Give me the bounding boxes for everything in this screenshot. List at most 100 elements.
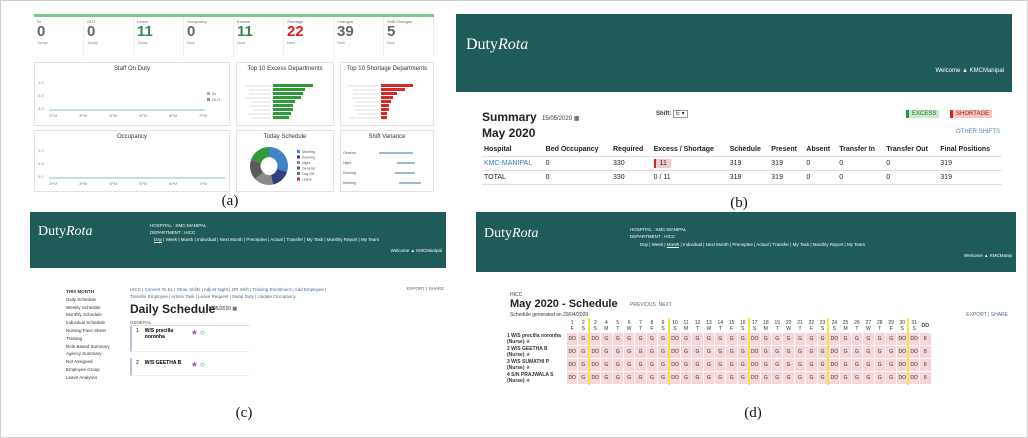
column-header[interactable]: Absent: [804, 143, 838, 157]
welcome-block[interactable]: Welcome ▲ KMCManip: [964, 253, 1012, 258]
shift-select[interactable]: E ▾: [673, 110, 688, 118]
sidebar-item[interactable]: Employee Group: [66, 366, 110, 374]
star-icon[interactable]: ★: [191, 328, 198, 337]
shift-cell[interactable]: G: [622, 345, 636, 359]
shift-cell[interactable]: G: [725, 332, 738, 346]
shift-cell[interactable]: G: [816, 371, 830, 385]
hospital-line[interactable]: HOSPITAL : KMC-MANIPAL: [150, 222, 206, 229]
stat-tile[interactable]: Excess 11 Now: [234, 17, 284, 57]
export-link[interactable]: EXPORT: [966, 312, 986, 318]
nav-item-my-task[interactable]: My Task: [793, 242, 809, 247]
shift-cell[interactable]: G: [714, 358, 727, 372]
shift-cell[interactable]: DO: [565, 371, 579, 385]
shift-cell[interactable]: G: [577, 345, 590, 359]
shift-cell[interactable]: G: [873, 358, 886, 372]
shift-cell[interactable]: DO: [827, 345, 841, 359]
shift-cell[interactable]: G: [702, 358, 716, 372]
shift-cell[interactable]: G: [736, 345, 750, 359]
nav-item-individual[interactable]: Individual: [197, 237, 216, 242]
shift-cell[interactable]: G: [600, 332, 613, 346]
shift-cell[interactable]: DO: [827, 358, 841, 372]
shift-cell[interactable]: G: [782, 371, 795, 385]
staff-name[interactable]: 2 W/S GEETHA B (Nurse) ★: [506, 345, 567, 359]
shift-cell[interactable]: DO: [747, 332, 761, 346]
shift-cell[interactable]: DO: [896, 332, 909, 346]
sidebar-item[interactable]: Nursing Face Sheet: [66, 327, 110, 335]
shift-cell[interactable]: G: [691, 332, 704, 346]
stat-tile[interactable]: Leave 11 Today: [134, 17, 184, 57]
other-shifts-link[interactable]: OTHER SHIFTS: [956, 129, 1000, 135]
stat-tile[interactable]: OUT 0 Today: [84, 17, 134, 57]
shift-cell[interactable]: G: [816, 358, 830, 372]
star-icon[interactable]: ★: [525, 339, 531, 345]
nav-item-my-task[interactable]: My Task: [307, 237, 323, 242]
shift-cell[interactable]: G: [839, 332, 852, 346]
table-cell[interactable]: KMC-MANIPAL: [482, 156, 544, 171]
shift-cell[interactable]: G: [873, 332, 886, 346]
shift-cell[interactable]: G: [725, 345, 738, 359]
schedule-entry[interactable]: 1 W/S precilla noronha ★ ○: [130, 326, 250, 352]
shift-cell[interactable]: G: [714, 332, 727, 346]
shift-cell[interactable]: G: [645, 332, 659, 346]
next-link[interactable]: NEXT: [659, 302, 672, 308]
shift-cell[interactable]: DO: [588, 358, 602, 372]
nav-item-actual[interactable]: Actual: [756, 242, 769, 247]
shift-cell[interactable]: G: [611, 371, 624, 385]
shift-cell[interactable]: DO: [907, 332, 921, 346]
shift-cell[interactable]: G: [782, 358, 795, 372]
shift-cell[interactable]: DO: [747, 358, 761, 372]
shift-cell[interactable]: G: [805, 345, 818, 359]
nav-item-monthly-report[interactable]: Monthly Report: [327, 237, 358, 242]
shift-cell[interactable]: G: [657, 371, 670, 385]
nav-item-actual[interactable]: Actual: [270, 237, 283, 242]
shift-cell[interactable]: G: [634, 371, 647, 385]
shift-cell[interactable]: G: [622, 358, 636, 372]
shift-cell[interactable]: G: [816, 345, 830, 359]
shift-cell[interactable]: G: [759, 345, 773, 359]
shift-cell[interactable]: DO: [667, 358, 681, 372]
shift-cell[interactable]: DO: [565, 345, 579, 359]
circle-icon[interactable]: ○: [200, 328, 205, 337]
nav-item-week[interactable]: Week: [166, 237, 177, 242]
shift-cell[interactable]: G: [645, 345, 659, 359]
nav-item-transfer[interactable]: Transfer: [772, 242, 789, 247]
department-line[interactable]: DEPARTMENT : HICC: [150, 229, 206, 236]
shift-cell[interactable]: G: [691, 371, 704, 385]
nav-item-monthly-report[interactable]: Monthly Report: [813, 242, 844, 247]
shift-cell[interactable]: G: [736, 371, 750, 385]
star-icon[interactable]: ★: [525, 365, 531, 371]
sidebar-item[interactable]: Leave Analytics: [66, 374, 110, 382]
shift-cell[interactable]: DO: [667, 371, 681, 385]
shift-cell[interactable]: G: [793, 371, 807, 385]
sidebar-item[interactable]: Agency Summary: [66, 350, 110, 358]
schedule-entry[interactable]: 2 W/S GEETHA B ★ ○: [130, 358, 250, 376]
column-header[interactable]: Bed Occupancy: [543, 143, 611, 157]
shift-cell[interactable]: G: [771, 332, 784, 346]
shift-cell[interactable]: G: [759, 371, 773, 385]
star-icon[interactable]: ★: [525, 378, 531, 384]
stat-tile[interactable]: Shortage 22 Now: [284, 17, 334, 57]
shift-cell[interactable]: G: [577, 358, 590, 372]
shift-cell[interactable]: DO: [896, 345, 909, 359]
staff-name[interactable]: 3 W/S SUMATHI P (Nurse) ★: [506, 358, 567, 372]
shift-cell[interactable]: G: [679, 345, 693, 359]
staff-name[interactable]: 1 W/S precilla noronha (Nurse) ★: [506, 332, 567, 346]
shift-cell[interactable]: DO: [588, 332, 602, 346]
nav-item-next-month[interactable]: Next Month: [220, 237, 243, 242]
shift-cell[interactable]: G: [702, 332, 716, 346]
shift-cell[interactable]: G: [805, 358, 818, 372]
shift-cell[interactable]: G: [884, 332, 898, 346]
shift-cell[interactable]: G: [691, 345, 704, 359]
shift-cell[interactable]: G: [850, 371, 864, 385]
shift-cell[interactable]: DO: [667, 345, 681, 359]
shift-cell[interactable]: DO: [896, 371, 909, 385]
shift-cell[interactable]: G: [622, 332, 636, 346]
shift-cell[interactable]: G: [771, 358, 784, 372]
shift-cell[interactable]: G: [657, 332, 670, 346]
action-links-line2[interactable]: Transfer Employee | Admin Task | Leave R…: [130, 293, 326, 300]
shift-cell[interactable]: G: [736, 332, 750, 346]
shift-cell[interactable]: G: [793, 332, 807, 346]
shift-cell[interactable]: DO: [588, 371, 602, 385]
sidebar-item[interactable]: Role Based Summary: [66, 343, 110, 351]
shift-cell[interactable]: G: [645, 358, 659, 372]
